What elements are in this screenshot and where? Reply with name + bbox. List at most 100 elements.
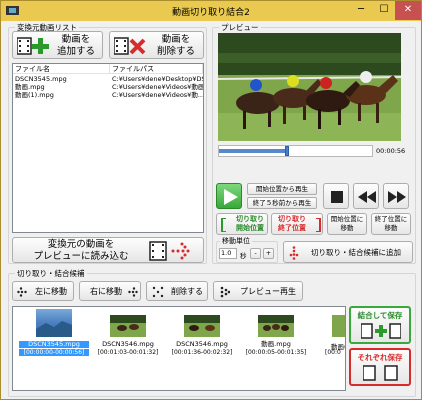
- play-last-5sec-button[interactable]: 終了５秒前から再生: [247, 197, 317, 209]
- move-unit-suffix: 秒: [240, 252, 247, 260]
- race-thumbnail-image: [184, 315, 220, 331]
- add-to-candidates-button[interactable]: 切り取り・結合候補に追加: [283, 241, 413, 263]
- candidate-item[interactable]: 動画( [00:0: [315, 309, 345, 389]
- list-item-path: C:¥Users¥dene¥Videos¥動画...: [112, 83, 203, 91]
- list-item-path: C:¥Users¥dene¥Videos¥動...: [112, 91, 203, 99]
- rewind-icon: [358, 191, 376, 203]
- film-add-icon: [17, 37, 49, 55]
- window-title: 動画切り取り結合2: [172, 8, 250, 18]
- candidate-time: [00:00:00-00:00:56]: [19, 349, 89, 356]
- minimize-button[interactable]: ─: [349, 1, 373, 20]
- cut-start-label: 切り取り 開始位置: [236, 215, 264, 232]
- candidates-label: 切り取り・結合候補: [15, 268, 87, 279]
- candidate-item[interactable]: DSCN3545.mpg [00:00:00-00:00:56]: [19, 309, 89, 389]
- join-films-icon: [361, 323, 401, 339]
- candidate-item[interactable]: 動画.mpg [00:00:05-00:01:35]: [241, 309, 311, 389]
- candidate-item[interactable]: DSCN3546.mpg [00:01:36-00:02:32]: [167, 309, 237, 389]
- column-filename[interactable]: ファイル名: [13, 64, 110, 74]
- decrease-unit-button[interactable]: -: [250, 248, 261, 259]
- candidate-name: DSCN3546.mpg: [102, 340, 154, 348]
- dotted-x-icon: [152, 286, 164, 298]
- candidate-thumbnail: [36, 309, 72, 337]
- preview-label: プレビュー: [219, 22, 261, 33]
- bracket-start-icon: [221, 218, 226, 232]
- candidate-name: DSCN3546.mpg: [176, 340, 228, 348]
- move-to-start-button[interactable]: 開始位置に 移動: [327, 213, 367, 235]
- delete-video-label: 動画を 削除する: [156, 34, 195, 57]
- stop-icon: [331, 191, 343, 203]
- load-to-preview-label: 変換元の動画を プレビューに読み込む: [33, 239, 129, 262]
- delete-candidate-button[interactable]: 削除する: [146, 281, 208, 301]
- delete-video-button[interactable]: 動画を 削除する: [109, 31, 204, 59]
- cut-start-button[interactable]: 切り取り 開始位置: [216, 213, 268, 235]
- add-video-label: 動画を 追加する: [56, 34, 95, 57]
- candidate-item[interactable]: DSCN3546.mpg [00:01:03-00:01:32]: [93, 309, 163, 389]
- fast-forward-button[interactable]: [383, 183, 409, 209]
- dotted-down-arrow-icon: [289, 246, 299, 260]
- candidate-name: 動画.mpg: [261, 340, 291, 348]
- rewind-button[interactable]: [353, 183, 379, 209]
- landscape-thumbnail-image: [36, 321, 72, 337]
- film-delete-icon: [114, 37, 146, 55]
- candidate-time: [00:01:36-00:02:32]: [171, 349, 233, 356]
- candidate-name: DSCN3545.mpg: [19, 341, 89, 348]
- list-item-name: 動画(1).mpg: [15, 91, 54, 99]
- dotted-left-arrow-icon: [17, 287, 27, 297]
- candidate-thumbnail: [332, 315, 345, 337]
- dotted-play-icon: [220, 286, 230, 298]
- candidate-thumbnail-list[interactable]: DSCN3545.mpg [00:00:00-00:00:56] DSCN354…: [12, 306, 346, 391]
- add-video-button[interactable]: 動画を 追加する: [12, 31, 103, 59]
- candidate-time: [00:01:03-00:01:32]: [97, 349, 159, 356]
- candidate-thumbnail: [184, 315, 220, 337]
- delete-candidate-label: 削除する: [171, 287, 203, 296]
- move-to-start-label: 開始位置に 移動: [330, 215, 364, 232]
- race-thumbnail-image: [110, 315, 146, 331]
- close-button[interactable]: ✕: [395, 1, 421, 20]
- dotted-right-arrow-icon: [128, 287, 138, 297]
- list-item[interactable]: 動画.mpg C:¥Users¥dene¥Videos¥動画...: [13, 83, 203, 91]
- move-unit-label: 移動単位: [220, 236, 252, 246]
- save-each-label: それぞれ保存: [357, 353, 403, 362]
- move-right-label: 右に移動: [90, 287, 122, 296]
- move-right-button[interactable]: 右に移動: [79, 281, 141, 301]
- app-film-icon: [6, 6, 19, 15]
- list-item[interactable]: DSCN3545.mpg C:¥Users¥dene¥Desktop¥DS...: [13, 75, 203, 83]
- separate-films-icon: [363, 365, 398, 381]
- list-item-path: C:¥Users¥dene¥Desktop¥DS...: [112, 75, 203, 83]
- video-preview[interactable]: [218, 33, 401, 141]
- move-to-end-button[interactable]: 終了位置に 移動: [371, 213, 411, 235]
- candidate-thumbnail: [110, 315, 146, 337]
- bracket-end-icon: [316, 218, 321, 232]
- move-unit-input[interactable]: 1.0: [219, 248, 237, 259]
- preview-play-label: プレビュー再生: [240, 287, 296, 296]
- seek-handle[interactable]: [285, 146, 289, 156]
- add-to-candidates-label: 切り取り・結合候補に追加: [311, 248, 401, 257]
- preview-play-button[interactable]: プレビュー再生: [213, 281, 303, 301]
- move-left-label: 左に移動: [35, 287, 67, 296]
- play-button[interactable]: [216, 183, 242, 209]
- cut-end-button[interactable]: 切り取り 終了位置: [271, 213, 323, 235]
- source-file-list[interactable]: ファイル名 ファイルパス DSCN3545.mpg C:¥Users¥dene¥…: [12, 63, 204, 233]
- list-item-name: DSCN3545.mpg: [15, 75, 67, 83]
- seek-bar[interactable]: [218, 145, 373, 157]
- candidate-time: [00:00:05-00:01:35]: [245, 349, 307, 356]
- maximize-button[interactable]: ☐: [373, 1, 395, 20]
- save-each-button[interactable]: それぞれ保存: [349, 348, 411, 386]
- race-horses-frame: [218, 33, 401, 141]
- film-arrow-right-icon: [149, 241, 190, 261]
- column-filepath[interactable]: ファイルパス: [110, 64, 203, 74]
- app-window: 動画切り取り結合2 ─ ☐ ✕ 変換元動画リスト 動画を 追加する 動画を 削除…: [0, 0, 422, 400]
- increase-unit-button[interactable]: +: [263, 248, 274, 259]
- load-to-preview-button[interactable]: 変換元の動画を プレビューに読み込む: [12, 237, 204, 263]
- stop-button[interactable]: [323, 183, 349, 209]
- list-item-name: 動画.mpg: [15, 83, 45, 91]
- seek-progress: [219, 149, 285, 153]
- join-and-save-button[interactable]: 結合して保存: [349, 306, 411, 344]
- title-bar[interactable]: 動画切り取り結合2 ─ ☐ ✕: [1, 1, 421, 21]
- play-from-start-position-button[interactable]: 開始位置から再生: [247, 183, 317, 195]
- list-item[interactable]: 動画(1).mpg C:¥Users¥dene¥Videos¥動...: [13, 91, 203, 99]
- candidate-thumbnail: [258, 315, 294, 337]
- play-icon: [224, 189, 238, 205]
- time-display: 00:00:56: [376, 147, 406, 155]
- move-left-button[interactable]: 左に移動: [12, 281, 74, 301]
